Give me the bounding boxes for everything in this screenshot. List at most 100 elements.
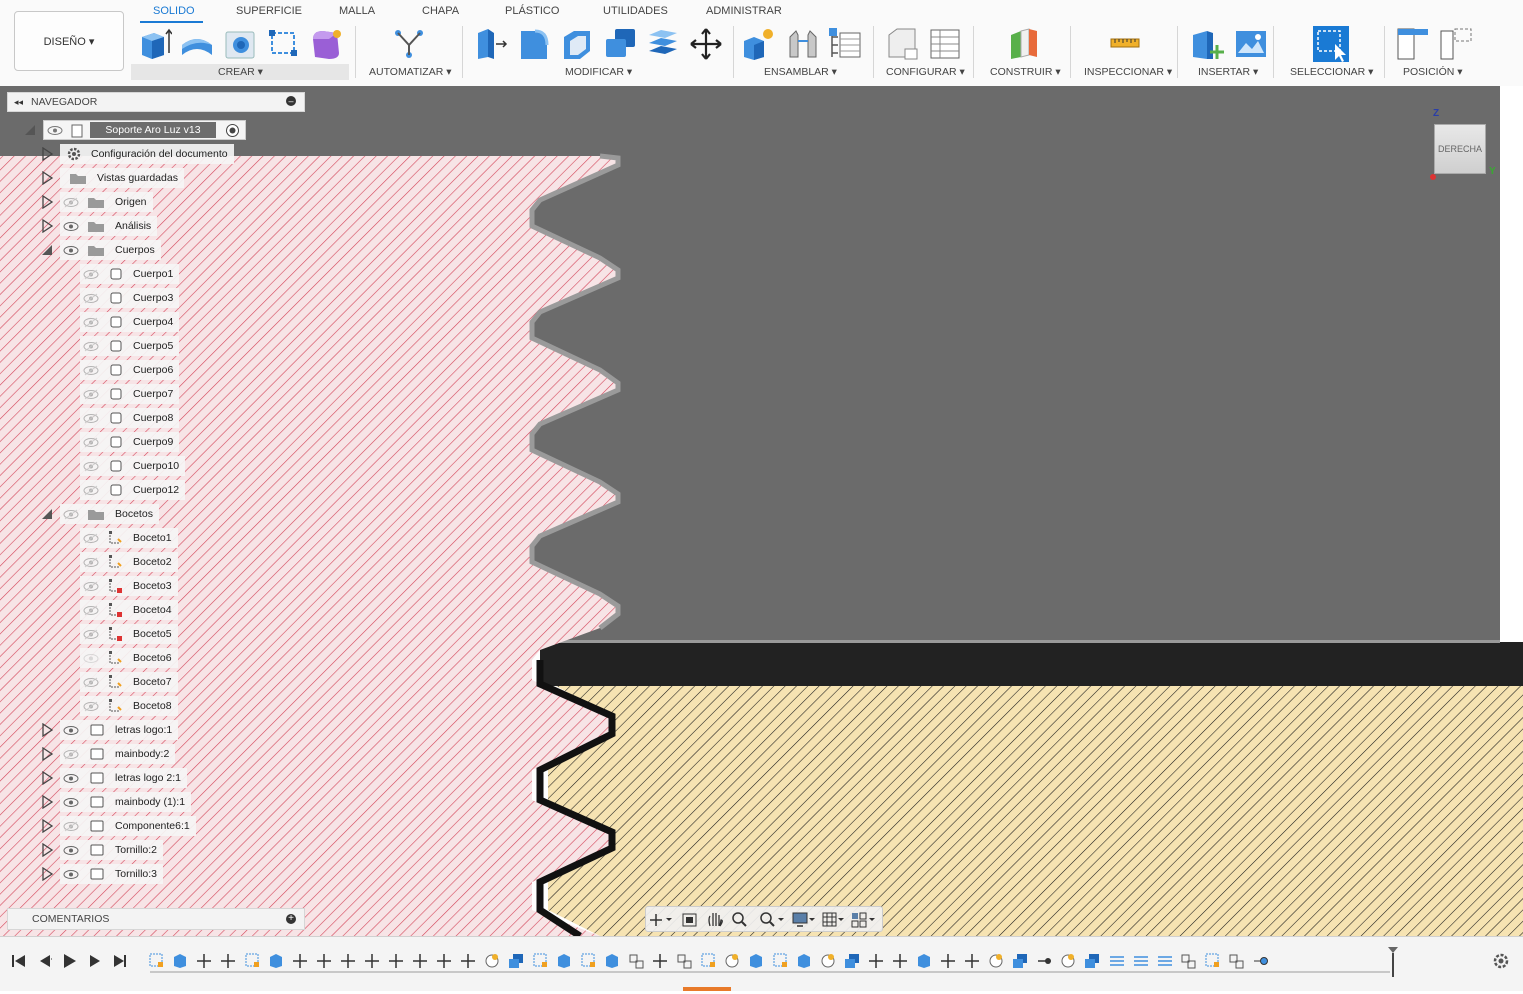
eye-icon[interactable] <box>83 269 99 280</box>
workspace-switcher-button[interactable]: DISEÑO ▾ <box>14 11 124 71</box>
canvas-viewport[interactable] <box>0 86 1523 936</box>
tree-item-cuerpo3[interactable]: Cuerpo3 <box>80 288 180 308</box>
timeline-feature-icon[interactable] <box>1038 958 1051 964</box>
tree-item-tornillo-2[interactable]: Tornillo:2 <box>60 840 164 860</box>
move-icon[interactable] <box>689 27 723 61</box>
tree-item-boceto1[interactable]: Boceto1 <box>80 528 178 548</box>
group-posicion[interactable]: POSICIÓN ▾ <box>1403 66 1463 78</box>
group-automatizar[interactable]: AUTOMATIZAR ▾ <box>369 66 451 78</box>
document-root-row[interactable]: Soporte Aro Luz v13 <box>43 120 246 140</box>
insert-component-icon[interactable] <box>1191 27 1225 61</box>
eye-icon[interactable] <box>63 821 79 832</box>
timeline-feature-icon[interactable] <box>509 954 523 968</box>
expand-triangle-icon[interactable] <box>40 147 54 161</box>
timeline-feature-icon[interactable] <box>293 954 307 968</box>
expanded-triangle-icon[interactable] <box>23 123 37 137</box>
fit-zoom-icon[interactable] <box>760 912 784 927</box>
eye-icon[interactable] <box>83 605 99 616</box>
tree-item-letras-logo-2-1[interactable]: letras logo 2:1 <box>60 768 187 788</box>
tree-item-mainbody-1-1[interactable]: mainbody (1):1 <box>60 792 192 812</box>
expand-triangle-icon[interactable] <box>40 723 54 737</box>
tree-item-boceto4[interactable]: Boceto4 <box>80 600 178 620</box>
timeline-feature-icon[interactable] <box>1254 957 1268 965</box>
eye-icon[interactable] <box>63 509 79 520</box>
timeline-settings-gear-icon[interactable] <box>1493 953 1509 969</box>
timeline-step-back-icon[interactable] <box>40 955 52 967</box>
eye-icon[interactable] <box>63 725 79 736</box>
tree-item-cuerpo6[interactable]: Cuerpo6 <box>80 360 180 380</box>
eye-icon[interactable] <box>63 845 79 856</box>
timeline-feature-icon[interactable] <box>1085 954 1099 968</box>
timeline-feature-icon[interactable] <box>221 954 235 968</box>
timeline-feature-icon[interactable] <box>1229 954 1244 969</box>
revert-position-icon[interactable] <box>1439 27 1473 61</box>
tab-malla[interactable]: MALLA <box>339 5 375 17</box>
tree-item-origen[interactable]: Origen <box>60 192 153 212</box>
tab-plastico[interactable]: PLÁSTICO <box>505 5 559 17</box>
eye-icon[interactable] <box>83 533 99 544</box>
expand-triangle-icon[interactable] <box>40 171 54 185</box>
tree-item-boceto2[interactable]: Boceto2 <box>80 552 178 572</box>
tree-item-cuerpo8[interactable]: Cuerpo8 <box>80 408 180 428</box>
orbit-icon[interactable] <box>650 914 672 926</box>
expand-triangle-icon[interactable] <box>40 819 54 833</box>
offset-face-icon[interactable] <box>646 27 680 61</box>
expand-triangle-icon[interactable] <box>40 747 54 761</box>
timeline-feature-icon[interactable] <box>365 954 379 968</box>
group-ensamblar[interactable]: ENSAMBLAR ▾ <box>764 66 837 78</box>
joint-icon[interactable] <box>786 27 820 61</box>
timeline-feature-icon[interactable] <box>893 954 907 968</box>
new-component-icon[interactable] <box>138 27 172 61</box>
group-crear[interactable]: CREAR ▾ <box>218 66 263 78</box>
tab-chapa[interactable]: CHAPA <box>422 5 459 17</box>
tree-item-vistas-guardadas[interactable]: Vistas guardadas <box>60 168 184 188</box>
tab-superficie[interactable]: SUPERFICIE <box>236 5 302 17</box>
tab-administrar[interactable]: ADMINISTRAR <box>706 5 782 17</box>
timeline-feature-icon[interactable] <box>174 954 186 968</box>
timeline-feature-icon[interactable] <box>558 954 570 968</box>
eye-icon[interactable] <box>83 581 99 592</box>
parameters-icon[interactable] <box>885 27 919 61</box>
timeline-feature-icon[interactable] <box>581 953 595 967</box>
timeline-feature-icon[interactable] <box>606 954 618 968</box>
expand-triangle-icon[interactable] <box>40 219 54 233</box>
timeline-feature-icon[interactable] <box>918 954 930 968</box>
timeline-feature-icon[interactable] <box>750 954 762 968</box>
expand-triangle-icon[interactable] <box>40 843 54 857</box>
timeline-feature-icon[interactable] <box>989 954 1003 968</box>
timeline-feature-icon[interactable] <box>965 954 979 968</box>
eye-icon[interactable] <box>63 749 79 760</box>
pan-hand-icon[interactable] <box>708 913 723 927</box>
timeline-feature-icon[interactable] <box>270 954 282 968</box>
eye-icon[interactable] <box>83 701 99 712</box>
automate-icon[interactable] <box>392 27 426 61</box>
timeline-feature-icon[interactable] <box>701 953 715 967</box>
timeline-feature-icon[interactable] <box>845 954 859 968</box>
viewports-icon[interactable] <box>851 912 875 928</box>
tree-item-cuerpos[interactable]: Cuerpos <box>60 240 161 260</box>
tree-item-analisis[interactable]: Análisis <box>60 216 158 236</box>
combine-icon[interactable] <box>603 27 637 61</box>
select-icon[interactable] <box>1311 24 1351 64</box>
eye-icon[interactable] <box>63 797 79 808</box>
revolve-icon[interactable] <box>180 27 214 61</box>
group-seleccionar[interactable]: SELECCIONAR ▾ <box>1290 66 1373 78</box>
eye-icon[interactable] <box>83 437 99 448</box>
eye-icon[interactable] <box>47 125 63 136</box>
tree-item-boceto3[interactable]: Boceto3 <box>80 576 178 596</box>
sketch-rectangle-icon[interactable] <box>266 27 300 61</box>
eye-icon[interactable] <box>83 461 99 472</box>
timeline-feature-icon[interactable] <box>389 954 403 968</box>
timeline-feature-icon[interactable] <box>798 954 810 968</box>
viewcube[interactable]: DERECHA <box>1434 124 1486 174</box>
tree-item-cuerpo12[interactable]: Cuerpo12 <box>80 480 186 500</box>
group-configurar[interactable]: CONFIGURAR ▾ <box>886 66 965 78</box>
expand-triangle-icon[interactable] <box>40 867 54 881</box>
timeline-feature-icon[interactable] <box>197 954 211 968</box>
eye-icon[interactable] <box>83 293 99 304</box>
eye-icon[interactable] <box>83 413 99 424</box>
timeline-feature-icon[interactable] <box>1205 953 1219 967</box>
display-settings-icon[interactable] <box>792 912 815 927</box>
tree-item-componente6-1[interactable]: Componente6:1 <box>60 816 196 836</box>
eye-icon[interactable] <box>83 557 99 568</box>
